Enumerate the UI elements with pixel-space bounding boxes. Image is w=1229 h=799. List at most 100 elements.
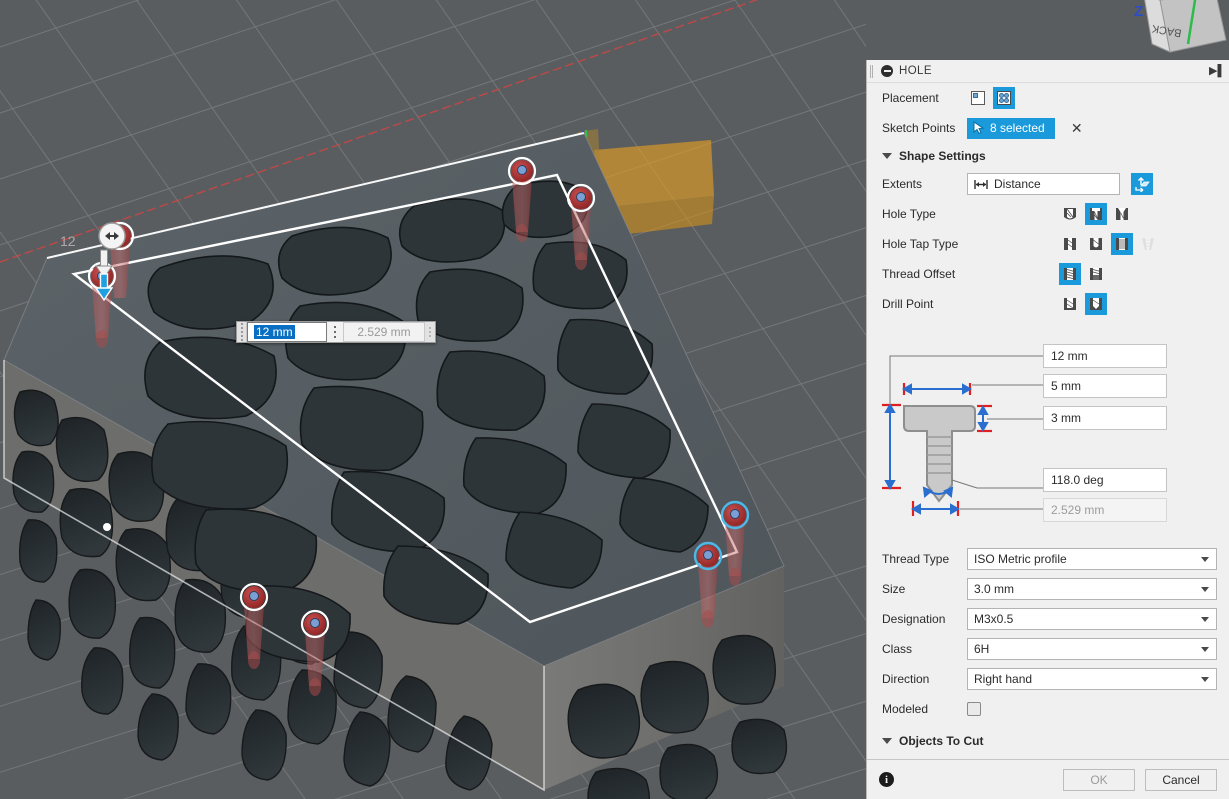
extents-label: Extents <box>882 177 967 191</box>
drill-point-angle-input[interactable]: 118.0 deg <box>1043 468 1167 492</box>
thread-type-dropdown[interactable]: ISO Metric profile <box>967 548 1217 570</box>
chevron-down-icon <box>1201 557 1209 562</box>
panel-footer: i OK Cancel <box>867 759 1229 799</box>
canvas-dimension-input[interactable]: 12 mm 2.529 mm <box>236 321 436 343</box>
dimension-options-icon[interactable] <box>327 322 343 342</box>
ok-button[interactable]: OK <box>1063 769 1135 791</box>
cancel-button[interactable]: Cancel <box>1145 769 1217 791</box>
hole-profile-silhouette <box>904 406 975 501</box>
full-thread-offset-icon[interactable] <box>1059 263 1081 285</box>
application-window: 12 BACK Z 12 mm 2.529 mm <box>0 0 1229 799</box>
counterbore-hole-icon[interactable] <box>1085 203 1107 225</box>
cursor-icon <box>973 121 985 135</box>
angled-drill-point-icon[interactable] <box>1085 293 1107 315</box>
panel-header[interactable]: HOLE ▶▌ <box>867 60 1229 83</box>
dimension-input-grip-right[interactable] <box>425 322 435 342</box>
simple-hole-icon[interactable] <box>1059 203 1081 225</box>
size-dropdown[interactable]: 3.0 mm <box>967 578 1217 600</box>
multiple-points-placement-icon[interactable] <box>993 87 1015 109</box>
thread-offset-label: Thread Offset <box>882 267 967 281</box>
view-cube-axis-label: Z <box>1134 3 1143 20</box>
countersink-hole-icon[interactable] <box>1111 203 1133 225</box>
sketch-points-selection-button[interactable]: 8 selected <box>967 118 1055 139</box>
collapse-right-icon[interactable]: ▶▌ <box>1209 65 1223 77</box>
direction-label: Direction <box>882 672 967 686</box>
dimension-input-grip-left[interactable] <box>237 322 247 342</box>
flip-direction-icon[interactable] <box>1131 173 1153 195</box>
objects-to-cut-label: Objects To Cut <box>899 734 983 748</box>
view-cube[interactable]: BACK Z <box>1130 0 1229 58</box>
hole-tap-type-row: Hole Tap Type <box>867 229 1229 259</box>
class-value: 6H <box>974 642 989 656</box>
direction-row: Direction Right hand <box>867 664 1229 694</box>
hole-depth-input[interactable]: 12 mm <box>1043 344 1167 368</box>
sketch-points-count: 8 selected <box>990 121 1045 135</box>
dimension-secondary-text: 2.529 mm <box>357 325 410 339</box>
hole-tap-type-label: Hole Tap Type <box>882 237 967 251</box>
designation-label: Designation <box>882 612 967 626</box>
panel-drag-grip[interactable] <box>870 65 875 78</box>
panel-body: Placement <box>867 83 1229 759</box>
counterbore-depth-value: 3 mm <box>1051 411 1081 425</box>
close-icon[interactable]: ✕ <box>1069 120 1085 136</box>
direction-value: Right hand <box>974 672 1032 686</box>
distance-icon <box>974 179 988 190</box>
drill-point-label: Drill Point <box>882 297 967 311</box>
flat-drill-point-icon[interactable] <box>1059 293 1081 315</box>
chevron-down-icon <box>1201 647 1209 652</box>
chevron-down-icon <box>1201 617 1209 622</box>
designation-value: M3x0.5 <box>974 612 1013 626</box>
dimension-secondary-field[interactable]: 2.529 mm <box>343 322 425 342</box>
shape-settings-label: Shape Settings <box>899 149 986 163</box>
counterbore-diameter-value: 5 mm <box>1051 379 1081 393</box>
size-value: 3.0 mm <box>974 582 1014 596</box>
class-label: Class <box>882 642 967 656</box>
taper-tapped-thread-icon[interactable] <box>1137 233 1159 255</box>
inline-depth-label: 12 <box>60 233 76 249</box>
extents-row: Extents Distance <box>867 169 1229 199</box>
modeled-label: Modeled <box>882 702 967 716</box>
counterbore-depth-input[interactable]: 3 mm <box>1043 406 1167 430</box>
hole-dimension-diagram: 12 mm 5 mm 3 mm 118.0 deg 2.529 mm <box>867 333 1229 538</box>
hole-dialog-panel: HOLE ▶▌ Placement <box>866 60 1229 799</box>
info-icon[interactable]: i <box>879 772 894 787</box>
thread-offset-row: Thread Offset <box>867 259 1229 289</box>
drill-point-row: Drill Point <box>867 289 1229 319</box>
thread-type-value: ISO Metric profile <box>974 552 1067 566</box>
size-label: Size <box>882 582 967 596</box>
designation-row: Designation M3x0.5 <box>867 604 1229 634</box>
hole-diameter-value: 2.529 mm <box>1051 503 1104 517</box>
modeled-checkbox[interactable] <box>967 702 981 716</box>
drill-point-angle-value: 118.0 deg <box>1051 473 1104 487</box>
class-dropdown[interactable]: 6H <box>967 638 1217 660</box>
chevron-down-icon <box>882 738 892 744</box>
direction-dropdown[interactable]: Right hand <box>967 668 1217 690</box>
single-point-placement-icon[interactable] <box>967 87 989 109</box>
origin-point <box>103 523 111 531</box>
extents-value: Distance <box>994 177 1041 191</box>
chevron-down-icon <box>1201 587 1209 592</box>
shape-settings-section-header[interactable]: Shape Settings <box>867 143 1229 169</box>
leader-lines <box>890 356 1043 509</box>
clearance-tap-icon[interactable] <box>1085 233 1107 255</box>
dimension-value-text: 12 mm <box>254 325 295 339</box>
placement-row: Placement <box>867 83 1229 113</box>
simple-tap-icon[interactable] <box>1059 233 1081 255</box>
thread-type-label: Thread Type <box>882 552 967 566</box>
tapped-thread-icon[interactable] <box>1111 233 1133 255</box>
depth-manipulator-handle <box>99 223 125 249</box>
counterbore-diameter-input[interactable]: 5 mm <box>1043 374 1167 398</box>
hole-depth-value: 12 mm <box>1051 349 1088 363</box>
placement-label: Placement <box>882 91 967 105</box>
chevron-down-icon <box>1201 677 1209 682</box>
panel-title: HOLE <box>899 65 932 77</box>
size-row: Size 3.0 mm <box>867 574 1229 604</box>
sketch-points-row: Sketch Points 8 selected ✕ <box>867 113 1229 143</box>
designation-dropdown[interactable]: M3x0.5 <box>967 608 1217 630</box>
objects-to-cut-section-header[interactable]: Objects To Cut <box>867 724 1229 754</box>
dimension-value-field[interactable]: 12 mm <box>247 322 327 342</box>
modeled-row: Modeled <box>867 694 1229 724</box>
partial-thread-offset-icon[interactable] <box>1085 263 1107 285</box>
extents-dropdown[interactable]: Distance <box>967 173 1120 195</box>
hole-feature-icon <box>881 65 893 77</box>
